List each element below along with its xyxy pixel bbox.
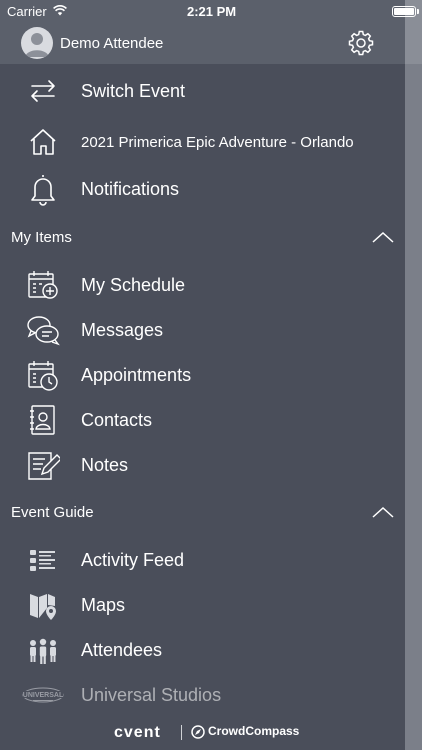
home-icon: [30, 129, 56, 155]
crowdcompass-logo: CrowdCompass: [191, 724, 299, 742]
avatar[interactable]: [21, 27, 53, 59]
user-name[interactable]: Demo Attendee: [60, 35, 163, 52]
notifications-item[interactable]: Notifications: [0, 167, 405, 211]
bell-icon: [31, 175, 55, 206]
attendees-item[interactable]: Attendees: [0, 628, 405, 672]
calendar-add-icon: [28, 271, 58, 299]
swap-arrows-icon: [31, 80, 55, 102]
event-guide-title: Event Guide: [11, 504, 94, 521]
user-silhouette-icon: [25, 33, 49, 57]
contacts-item[interactable]: Contacts: [0, 398, 405, 442]
appointments-item[interactable]: Appointments: [0, 353, 405, 397]
activity-feed-label: Activity Feed: [81, 550, 185, 570]
underlying-content-edge[interactable]: [405, 0, 422, 750]
appointments-label: Appointments: [81, 365, 192, 385]
universal-studios-item[interactable]: UNIVERSAL Universal Studios: [0, 673, 405, 717]
chat-bubbles-icon: [27, 316, 60, 346]
current-event-item[interactable]: 2021 Primerica Epic Adventure - Orlando: [0, 120, 405, 164]
my-schedule-item[interactable]: My Schedule: [0, 263, 405, 307]
notifications-label: Notifications: [81, 179, 180, 199]
side-menu: Demo Attendee Switch Event 2021 Primeric…: [0, 0, 405, 750]
maps-label: Maps: [81, 595, 126, 615]
battery-tip: [417, 9, 419, 14]
my-schedule-label: My Schedule: [81, 275, 186, 295]
crowdcompass-icon: [191, 725, 205, 739]
chevron-up-icon[interactable]: [372, 230, 394, 244]
gear-icon[interactable]: [348, 30, 374, 56]
event-name-label: 2021 Primerica Epic Adventure - Orlando: [81, 134, 354, 151]
chevron-up-icon[interactable]: [372, 505, 394, 519]
crowdcompass-text: CrowdCompass: [208, 724, 300, 738]
contact-book-icon: [30, 405, 55, 435]
wifi-icon: [53, 5, 67, 16]
my-items-title: My Items: [11, 229, 72, 246]
activity-feed-item[interactable]: Activity Feed: [0, 538, 405, 582]
footer-branding: cvent CrowdCompass: [0, 716, 405, 750]
my-items-section-header[interactable]: My Items: [0, 220, 405, 256]
note-pencil-icon: [28, 452, 60, 480]
clock: 2:21 PM: [187, 4, 237, 19]
contacts-label: Contacts: [81, 410, 153, 430]
carrier-label: Carrier: [7, 4, 47, 19]
universal-studios-label: Universal Studios: [81, 685, 222, 705]
status-bar: Carrier 2:21 PM: [0, 0, 422, 22]
people-icon: [30, 638, 56, 664]
list-icon: [30, 550, 55, 571]
switch-event-item[interactable]: Switch Event: [0, 69, 405, 113]
cvent-logo: cvent: [114, 724, 161, 741]
notes-item[interactable]: Notes: [0, 443, 405, 487]
attendees-label: Attendees: [81, 640, 163, 660]
map-pin-icon: [30, 594, 56, 620]
messages-item[interactable]: Messages: [0, 308, 405, 352]
calendar-clock-icon: [28, 361, 58, 391]
battery-icon: [392, 6, 416, 17]
svg-text:UNIVERSAL: UNIVERSAL: [23, 692, 64, 699]
event-guide-section-header[interactable]: Event Guide: [0, 495, 405, 531]
notes-label: Notes: [81, 455, 129, 475]
universal-logo: UNIVERSAL: [22, 687, 64, 703]
messages-label: Messages: [81, 320, 164, 340]
brand-divider: [181, 725, 182, 740]
maps-item[interactable]: Maps: [0, 583, 405, 627]
switch-event-label: Switch Event: [81, 81, 186, 101]
